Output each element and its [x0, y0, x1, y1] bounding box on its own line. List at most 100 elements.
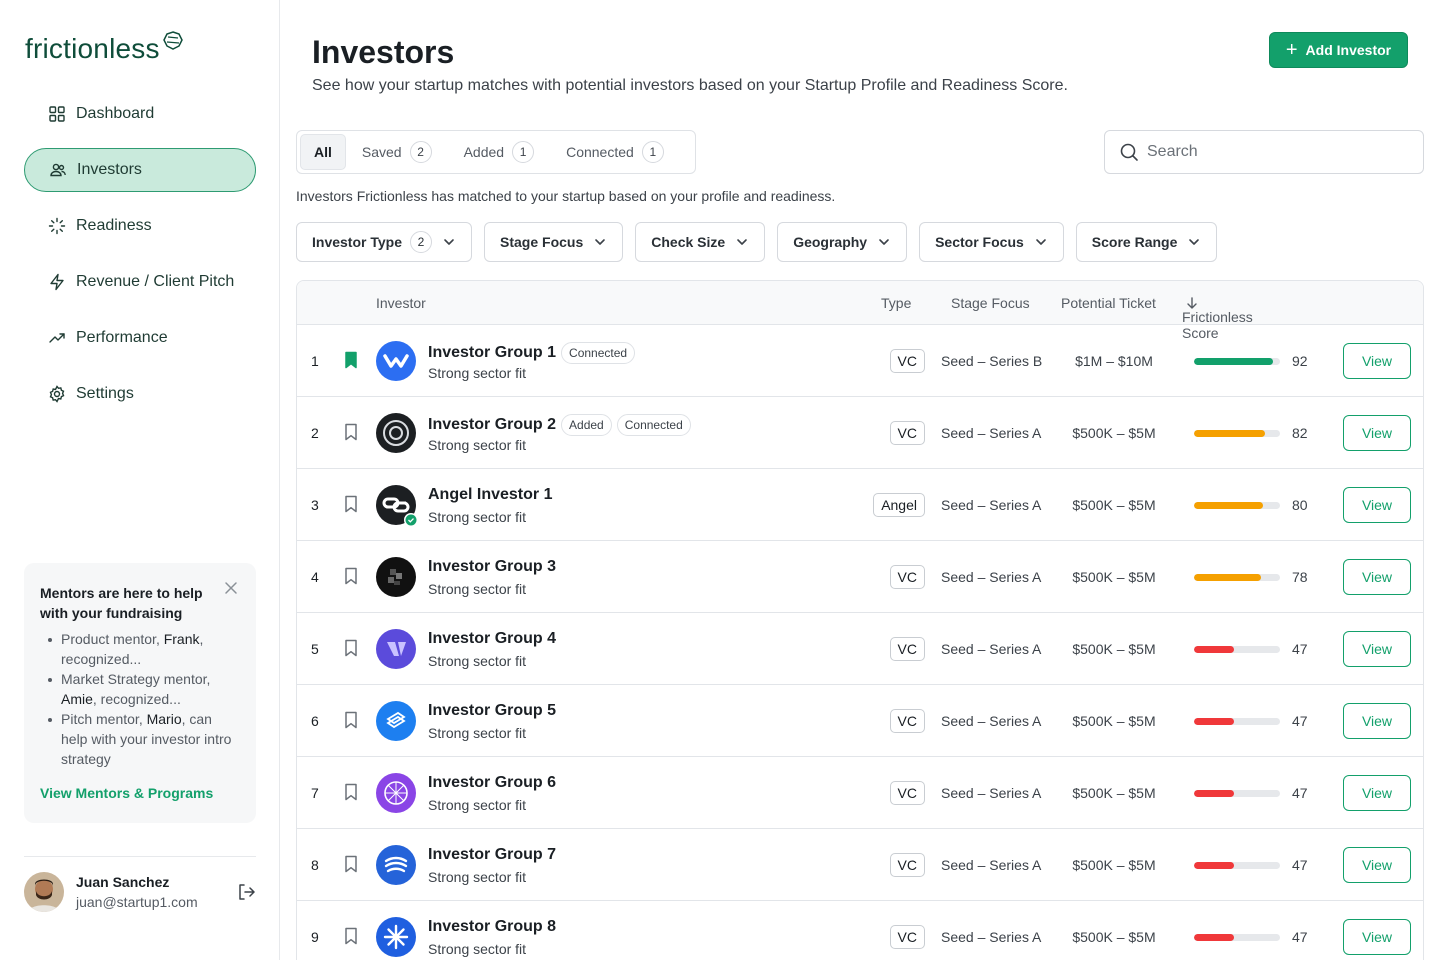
table-row[interactable]: 9 Investor Group 8 Strong sector fit VC Seed…	[297, 901, 1423, 960]
column-header-type[interactable]: Type	[881, 295, 911, 311]
score-bar	[1194, 862, 1280, 869]
bookmark-icon[interactable]	[343, 855, 359, 873]
bookmark-icon[interactable]	[343, 711, 359, 729]
filter-geography[interactable]: Geography	[777, 222, 908, 262]
view-button[interactable]: View	[1343, 487, 1411, 523]
investor-name[interactable]: Investor Group 3	[428, 558, 556, 576]
investor-type-badge: VC	[889, 781, 925, 805]
potential-ticket: $500K – $5M	[1072, 497, 1156, 513]
search-icon	[1120, 143, 1138, 161]
score-bar-fill	[1194, 502, 1263, 509]
search-input[interactable]	[1147, 143, 1407, 161]
bookmark-icon[interactable]	[343, 783, 359, 801]
sidebar-item-label: Readiness	[76, 217, 152, 234]
add-investor-button[interactable]: + Add Investor	[1269, 32, 1408, 68]
view-mentors-link[interactable]: View Mentors & Programs	[40, 785, 240, 801]
bookmark-icon[interactable]	[343, 567, 359, 585]
investor-type-badge: VC	[889, 925, 925, 949]
table-row[interactable]: 2 Investor Group 2 Added Connected Strong se…	[297, 397, 1423, 469]
column-header-investor[interactable]: Investor	[376, 295, 426, 311]
sidebar-item-revenue-client-pitch[interactable]: Revenue / Client Pitch	[24, 260, 256, 304]
table-row[interactable]: 7 Investor Group 6 Strong sector fit VC Seed…	[297, 757, 1423, 829]
potential-ticket: $500K – $5M	[1072, 785, 1156, 801]
tab-added[interactable]: Added 1	[448, 134, 550, 170]
violet-v-logo	[376, 629, 416, 669]
investor-name[interactable]: Investor Group 4	[428, 630, 556, 648]
filter-check-size[interactable]: Check Size	[635, 222, 766, 262]
investor-type-badge: VC	[889, 565, 925, 589]
investor-name-line: Investor Group 5	[428, 702, 556, 720]
sidebar-item-performance[interactable]: Performance	[24, 316, 256, 360]
filter-sector-focus[interactable]: Sector Focus	[919, 222, 1064, 262]
column-header-stage[interactable]: Stage Focus	[951, 295, 1030, 311]
investor-name[interactable]: Investor Group 8	[428, 918, 556, 936]
chevron-down-icon	[879, 239, 889, 245]
investor-type-badge: VC	[889, 709, 925, 733]
rank-number: 3	[311, 497, 319, 513]
investor-name[interactable]: Investor Group 5	[428, 702, 556, 720]
sidebar-item-label: Performance	[76, 329, 168, 346]
investor-name[interactable]: Investor Group 7	[428, 846, 556, 864]
avatar[interactable]	[24, 872, 64, 912]
brand-mark-icon	[162, 31, 183, 50]
bookmark-icon[interactable]	[343, 423, 359, 441]
investor-name-line: Investor Group 8	[428, 918, 556, 936]
filter-bar: Investor Type 2 Stage Focus Check Size Ge…	[296, 222, 1229, 262]
bookmark-icon[interactable]	[343, 351, 359, 369]
investor-name[interactable]: Investor Group 6	[428, 774, 556, 792]
view-button[interactable]: View	[1343, 631, 1411, 667]
bookmark-icon[interactable]	[343, 927, 359, 945]
table-row[interactable]: 1 Investor Group 1 Connected Strong sector …	[297, 325, 1423, 397]
column-header-ticket[interactable]: Potential Ticket	[1061, 295, 1156, 311]
score-bar-fill	[1194, 934, 1235, 941]
filter-score-range[interactable]: Score Range	[1075, 222, 1218, 262]
filter-investor-type[interactable]: Investor Type 2	[296, 222, 472, 262]
rank-number: 4	[311, 569, 319, 585]
view-button[interactable]: View	[1343, 919, 1411, 955]
sidebar: frictionless Dashboard Investors Readine…	[0, 0, 280, 960]
potential-ticket: $1M – $10M	[1075, 353, 1153, 369]
table-row[interactable]: 5 Investor Group 4 Strong sector fit VC Seed…	[297, 613, 1423, 685]
view-button[interactable]: View	[1343, 847, 1411, 883]
mentor-list: Product mentor, Frank, recognized... Mar…	[40, 629, 240, 769]
tab-all[interactable]: All	[300, 134, 346, 170]
blue-wave-logo	[376, 845, 416, 885]
logout-icon[interactable]	[236, 882, 256, 902]
view-button[interactable]: View	[1343, 775, 1411, 811]
tab-connected[interactable]: Connected 1	[550, 134, 680, 170]
sidebar-item-label: Revenue / Client Pitch	[76, 273, 235, 290]
bookmark-icon[interactable]	[343, 639, 359, 657]
dark-pixel-logo	[376, 557, 416, 597]
investor-name[interactable]: Angel Investor 1	[428, 486, 552, 504]
table-row[interactable]: 8 Investor Group 7 Strong sector fit VC Seed…	[297, 829, 1423, 901]
rank-number: 1	[311, 353, 319, 369]
investor-name[interactable]: Investor Group 1	[428, 344, 556, 362]
bookmark-icon[interactable]	[343, 495, 359, 513]
stage-focus: Seed – Series A	[941, 857, 1042, 873]
brand-logo[interactable]: frictionless	[25, 31, 184, 66]
view-button[interactable]: View	[1343, 559, 1411, 595]
sidebar-item-investors[interactable]: Investors	[24, 148, 256, 192]
score-value: 47	[1292, 713, 1308, 729]
investor-fit: Strong sector fit	[428, 509, 527, 525]
table-row[interactable]: 6 Investor Group 5 Strong sector fit VC Seed…	[297, 685, 1423, 757]
investor-name[interactable]: Investor Group 2	[428, 416, 556, 434]
sidebar-item-dashboard[interactable]: Dashboard	[24, 92, 256, 136]
blue-star-logo	[376, 917, 416, 957]
score-bar-fill	[1194, 790, 1235, 797]
mentor-item: Product mentor, Frank, recognized...	[46, 629, 240, 669]
sidebar-item-readiness[interactable]: Readiness	[24, 204, 256, 248]
tab-saved[interactable]: Saved 2	[346, 134, 448, 170]
score-bar	[1194, 502, 1280, 509]
view-button[interactable]: View	[1343, 415, 1411, 451]
close-icon[interactable]	[224, 581, 238, 595]
view-button[interactable]: View	[1343, 343, 1411, 379]
blue-w-logo	[376, 341, 416, 381]
view-button[interactable]: View	[1343, 703, 1411, 739]
sidebar-item-settings[interactable]: Settings	[24, 372, 256, 416]
column-header-score[interactable]: Frictionless Score	[1182, 295, 1253, 341]
user-email: juan@startup1.com	[76, 894, 198, 910]
table-row[interactable]: 4 Investor Group 3 Strong sector fit VC Seed…	[297, 541, 1423, 613]
table-row[interactable]: 3 Angel Investor 1 Strong sector fit Angel S…	[297, 469, 1423, 541]
filter-stage-focus[interactable]: Stage Focus	[484, 222, 624, 262]
